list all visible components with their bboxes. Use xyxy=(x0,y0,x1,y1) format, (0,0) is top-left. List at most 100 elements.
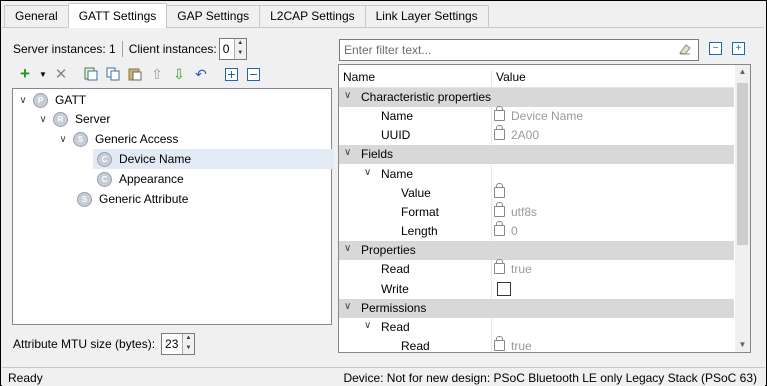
grid-property-row[interactable]: Read true xyxy=(339,259,734,280)
lock-icon xyxy=(494,259,505,275)
grid-row-value-text: Device Name xyxy=(511,109,584,124)
write-checkbox[interactable] xyxy=(497,281,511,296)
grid-row-name: Read xyxy=(381,319,410,334)
collapse-all-icon[interactable] xyxy=(245,66,261,82)
lock-icon xyxy=(494,182,505,198)
chevron-down-icon[interactable]: ∨ xyxy=(344,147,351,158)
mtu-row: Attribute MTU size (bytes): 23 ▲ ▼ xyxy=(13,333,196,355)
grid-row-name: Length xyxy=(401,224,438,239)
characteristic-icon: C xyxy=(97,171,112,187)
decrement-icon[interactable]: ▼ xyxy=(183,344,194,354)
tab-link-layer-settings[interactable]: Link Layer Settings xyxy=(364,5,489,27)
import-icon[interactable] xyxy=(83,66,99,82)
chevron-down-icon[interactable]: ∨ xyxy=(364,320,371,331)
tab-gatt-settings[interactable]: GATT Settings xyxy=(67,3,168,28)
tree-node-device-name[interactable]: C Device Name xyxy=(93,149,334,169)
increment-icon[interactable]: ▲ xyxy=(235,39,246,49)
increment-icon[interactable]: ▲ xyxy=(183,334,194,344)
grid-row-value-text: 2A00 xyxy=(511,128,540,143)
grid-property-row[interactable]: Name Device Name xyxy=(339,106,734,127)
client-instances-stepper[interactable]: 0 ▲ ▼ xyxy=(218,38,247,60)
column-header-name[interactable]: Name xyxy=(343,70,375,84)
copy-icon[interactable] xyxy=(105,66,121,82)
chevron-down-icon[interactable]: ∨ xyxy=(37,114,49,125)
undo-icon[interactable]: ↶ xyxy=(193,66,209,82)
service-icon: S xyxy=(77,191,92,207)
tree-node-label: Generic Access xyxy=(95,132,179,146)
tab-gap-settings[interactable]: GAP Settings xyxy=(166,5,261,27)
service-icon: S xyxy=(73,131,88,147)
delete-icon[interactable]: ✕ xyxy=(53,66,69,83)
decrement-icon[interactable]: ▼ xyxy=(235,49,246,59)
lock-icon xyxy=(494,106,505,122)
mtu-value[interactable]: 23 xyxy=(162,334,182,354)
chevron-down-icon[interactable]: ∨ xyxy=(344,243,351,254)
status-left: Ready xyxy=(8,371,43,385)
paste-icon[interactable] xyxy=(127,66,143,82)
client-instances-value[interactable]: 0 xyxy=(220,39,234,59)
grid-category-row[interactable]: ∨ Fields xyxy=(339,145,734,165)
grid-row-name: Read xyxy=(401,338,430,353)
tree-node-appearance[interactable]: C Appearance xyxy=(97,169,184,189)
grid-row-name: Characteristic properties xyxy=(361,90,492,104)
tree-node-generic-attribute[interactable]: S Generic Attribute xyxy=(77,189,188,209)
scrollbar-thumb[interactable] xyxy=(737,83,748,245)
tree-node-gatt[interactable]: ∨ P GATT xyxy=(17,90,86,110)
grid-property-row[interactable]: ∨ Name xyxy=(339,164,734,184)
grid-property-row[interactable]: Value xyxy=(339,182,734,203)
tree-node-server[interactable]: ∨ R Server xyxy=(37,109,110,129)
mtu-stepper[interactable]: 23 ▲ ▼ xyxy=(161,333,196,355)
grid-property-row[interactable]: Write xyxy=(339,279,734,299)
lock-icon xyxy=(494,335,505,351)
expand-all-icon[interactable]: + xyxy=(732,42,745,55)
grid-row-name: Read xyxy=(381,262,410,277)
grid-row-value[interactable]: Device Name xyxy=(494,106,584,124)
grid-row-value[interactable]: true xyxy=(494,335,532,352)
grid-row-name: Properties xyxy=(361,243,416,258)
grid-category-row[interactable]: ∨ Characteristic properties xyxy=(339,88,734,107)
chevron-down-icon[interactable]: ∨ xyxy=(344,301,351,312)
grid-property-row[interactable]: UUID 2A00 xyxy=(339,125,734,146)
move-up-icon[interactable]: ⇧ xyxy=(149,66,165,82)
grid-row-value[interactable]: 2A00 xyxy=(494,125,540,143)
grid-row-value[interactable]: 0 xyxy=(494,221,518,238)
tree-node-label: Server xyxy=(75,112,111,126)
grid-category-row[interactable]: ∨ Properties xyxy=(339,241,734,261)
move-down-icon[interactable]: ⇩ xyxy=(171,66,187,82)
chevron-down-icon[interactable]: ∨ xyxy=(17,95,29,106)
lock-icon xyxy=(494,201,505,217)
chevron-down-icon[interactable]: ∨ xyxy=(344,90,351,101)
grid-property-row[interactable]: Read true xyxy=(339,335,734,353)
expand-all-icon[interactable] xyxy=(223,66,239,82)
tab-bar: General GATT Settings GAP Settings L2CAP… xyxy=(4,3,489,28)
grid-row-value[interactable] xyxy=(494,182,511,200)
gatt-settings-dialog: General GATT Settings GAP Settings L2CAP… xyxy=(0,0,767,386)
grid-row-value-text: utf8s xyxy=(511,204,538,219)
scroll-down-icon[interactable]: ▼ xyxy=(735,338,750,352)
tree-node-generic-access[interactable]: ∨ S Generic Access xyxy=(57,129,178,149)
tab-general[interactable]: General xyxy=(4,5,69,27)
tree-toolbar: + ▼ ✕ ⇧ ⇩ ↶ xyxy=(17,64,261,83)
grid-property-row[interactable]: ∨ Read xyxy=(339,317,734,337)
scroll-up-icon[interactable]: ▲ xyxy=(735,65,750,79)
vertical-scrollbar[interactable]: ▲ ▼ xyxy=(735,65,750,352)
dropdown-arrow-icon[interactable]: ▼ xyxy=(39,66,47,82)
filter-input[interactable]: Enter filter text... xyxy=(339,39,699,61)
separator xyxy=(121,41,123,57)
tab-l2cap-settings[interactable]: L2CAP Settings xyxy=(259,5,366,27)
grid-row-name: Write xyxy=(381,281,409,296)
status-bar: Ready Device: Not for new design: PSoC B… xyxy=(2,367,765,386)
grid-property-row[interactable]: Length 0 xyxy=(339,221,734,242)
grid-property-row[interactable]: Format utf8s xyxy=(339,201,734,222)
eraser-icon[interactable] xyxy=(678,42,692,56)
chevron-down-icon[interactable]: ∨ xyxy=(364,167,371,178)
tree-node-label: Generic Attribute xyxy=(99,192,189,206)
role-icon: R xyxy=(53,111,68,127)
add-icon[interactable]: + xyxy=(17,64,33,83)
chevron-down-icon[interactable]: ∨ xyxy=(57,134,69,145)
grid-row-value[interactable]: true xyxy=(494,259,532,276)
grid-row-value[interactable]: utf8s xyxy=(494,201,538,219)
collapse-all-icon[interactable]: − xyxy=(709,42,722,55)
grid-category-row[interactable]: ∨ Permissions xyxy=(339,298,734,318)
column-header-value[interactable]: Value xyxy=(496,70,526,84)
